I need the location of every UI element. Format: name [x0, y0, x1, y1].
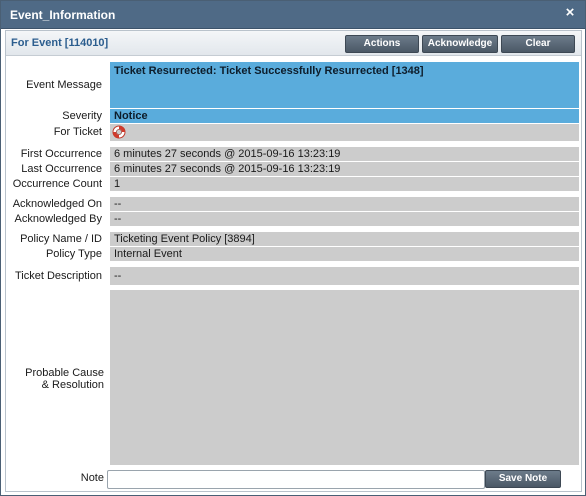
acknowledged-by-label: Acknowledged By — [14, 213, 102, 225]
actions-button[interactable]: Actions — [345, 35, 419, 53]
last-occurrence-value: 6 minutes 27 seconds @ 2015-09-16 13:23:… — [110, 162, 579, 176]
event-panel: For Event [114010] Actions Acknowledge C… — [5, 30, 582, 492]
acknowledged-on-label: Acknowledged On — [12, 198, 102, 210]
close-icon[interactable]: × — [562, 4, 578, 22]
probable-cause-label-line1: Probable Cause — [25, 367, 104, 379]
window-title: Event_Information — [10, 8, 116, 22]
lifebuoy-icon[interactable] — [112, 125, 126, 139]
acknowledge-button[interactable]: Acknowledge — [422, 35, 498, 53]
note-input[interactable] — [107, 470, 485, 489]
occurrence-count-value: 1 — [110, 177, 579, 191]
probable-cause-label: Probable Cause & Resolution — [10, 367, 104, 391]
last-occurrence-label: Last Occurrence — [21, 163, 102, 175]
first-occurrence-label: First Occurrence — [20, 148, 102, 160]
policy-name-label: Policy Name / ID — [20, 233, 102, 245]
severity-value: Notice — [110, 109, 579, 123]
policy-type-label: Policy Type — [45, 248, 102, 260]
event-message-label: Event Message — [26, 79, 102, 91]
probable-cause-label-line2: & Resolution — [41, 379, 104, 391]
save-note-button[interactable]: Save Note — [485, 470, 561, 488]
for-ticket-value — [110, 124, 579, 141]
note-label: Note — [80, 472, 104, 484]
clear-button[interactable]: Clear — [501, 35, 575, 53]
policy-name-value: Ticketing Event Policy [3894] — [110, 232, 579, 246]
panel-header: For Event [114010] Actions Acknowledge C… — [6, 31, 581, 56]
event-message-value: Ticket Resurrected: Ticket Successfully … — [110, 62, 579, 108]
acknowledged-on-value: -- — [110, 197, 579, 211]
first-occurrence-value: 6 minutes 27 seconds @ 2015-09-16 13:23:… — [110, 147, 579, 161]
policy-type-value: Internal Event — [110, 247, 579, 261]
ticket-description-value: -- — [110, 267, 579, 285]
ticket-description-label: Ticket Description — [14, 270, 102, 282]
acknowledged-by-value: -- — [110, 212, 579, 226]
occurrence-count-label: Occurrence Count — [12, 178, 102, 190]
window-titlebar[interactable]: Event_Information × — [1, 1, 585, 29]
for-event-heading: For Event [114010] — [11, 37, 109, 49]
severity-label: Severity — [62, 110, 102, 122]
for-ticket-label: For Ticket — [53, 126, 102, 138]
probable-cause-value — [110, 290, 579, 465]
event-information-window: Event_Information × For Event [114010] A… — [0, 0, 586, 496]
